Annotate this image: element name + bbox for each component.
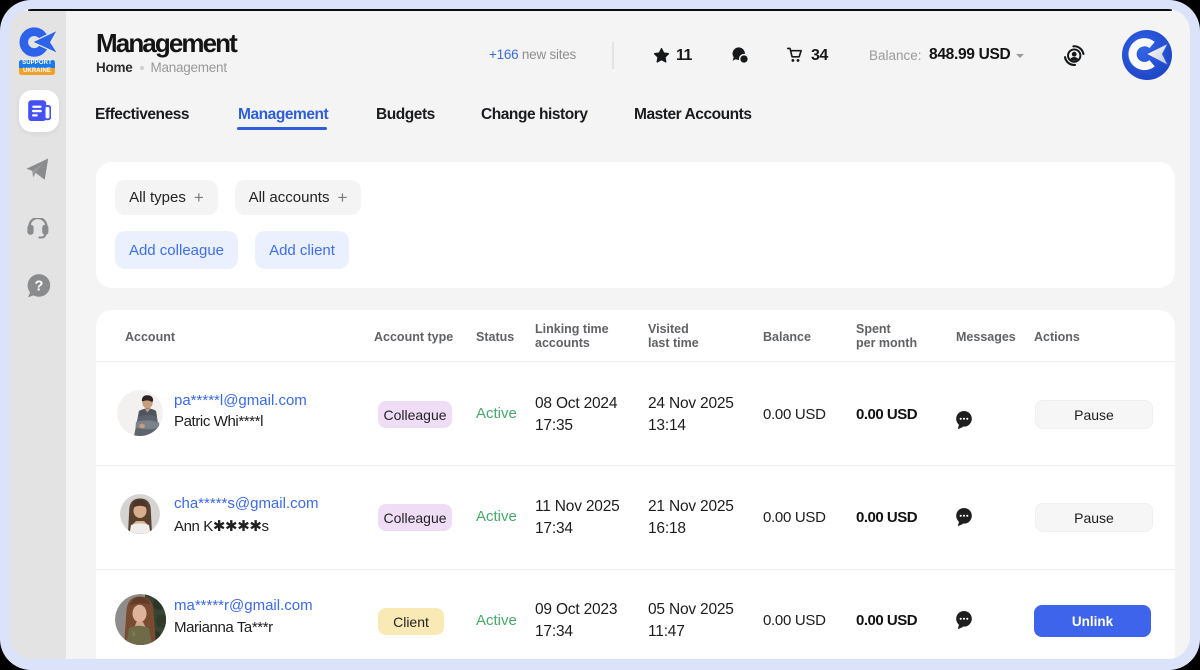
svg-text:?: ?	[34, 279, 43, 295]
